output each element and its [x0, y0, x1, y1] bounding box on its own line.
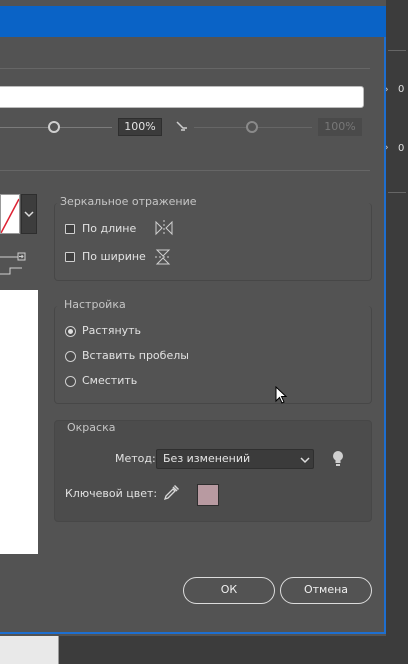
- cancel-button[interactable]: Отмена: [280, 577, 372, 604]
- section-divider: [0, 68, 370, 69]
- method-select-value: Без изменений: [163, 452, 251, 465]
- radio-shift[interactable]: [65, 376, 76, 387]
- none-tile-icon: [0, 198, 20, 234]
- tile-dropdown[interactable]: [21, 194, 37, 234]
- radio-stretch[interactable]: [65, 326, 76, 337]
- scale-slider-knob[interactable]: [48, 121, 60, 133]
- right-panel: › 0 › 0: [384, 0, 408, 664]
- coloring-group: [54, 420, 372, 522]
- flip-vertical-icon: [155, 249, 171, 265]
- radio-shift-label[interactable]: Сместить: [82, 374, 137, 387]
- mirror-width-label[interactable]: По ширине: [82, 250, 146, 263]
- brush-preview: [0, 290, 38, 554]
- panel-divider: [388, 50, 406, 51]
- scale-slider-2-knob: [246, 121, 258, 133]
- radio-insert-spaces[interactable]: [65, 351, 76, 362]
- app-bottom-bar: [0, 636, 408, 664]
- tile-swatch[interactable]: [0, 194, 20, 234]
- key-color-label: Ключевой цвет:: [65, 487, 158, 500]
- coloring-title: Окраска: [67, 421, 116, 434]
- mirror-length-checkbox[interactable]: [65, 224, 75, 234]
- method-select[interactable]: Без изменений: [156, 449, 314, 469]
- panel-value-1: 0: [398, 84, 405, 95]
- ok-button[interactable]: ОК: [183, 577, 275, 604]
- mirror-length-label[interactable]: По длине: [82, 222, 136, 235]
- mouse-cursor-icon: [275, 386, 287, 404]
- panel-value-2: 0: [398, 143, 405, 154]
- dialog-titlebar[interactable]: [0, 6, 386, 37]
- eyedropper-icon[interactable]: [162, 484, 180, 502]
- panel-divider: [388, 192, 406, 193]
- lightbulb-tip-icon[interactable]: [331, 450, 345, 468]
- key-color-swatch[interactable]: [197, 484, 219, 506]
- mirror-group: [54, 203, 372, 281]
- name-input[interactable]: [0, 86, 364, 108]
- scale-percent-field[interactable]: 100%: [118, 118, 162, 136]
- scale-percent-field-disabled: 100%: [318, 118, 362, 136]
- pressure-icon[interactable]: [175, 120, 189, 134]
- method-label: Метод:: [115, 452, 156, 465]
- chevron-down-icon: [300, 457, 310, 464]
- mirror-width-checkbox[interactable]: [65, 252, 75, 262]
- section-divider: [0, 170, 370, 171]
- radio-stretch-label[interactable]: Растянуть: [82, 324, 141, 337]
- corner-tile-icons[interactable]: [0, 250, 26, 278]
- flip-horizontal-icon: [155, 220, 173, 236]
- app-canvas-strip: [0, 636, 59, 664]
- radio-insert-spaces-label[interactable]: Вставить пробелы: [82, 349, 189, 362]
- chevron-down-icon: [24, 211, 34, 218]
